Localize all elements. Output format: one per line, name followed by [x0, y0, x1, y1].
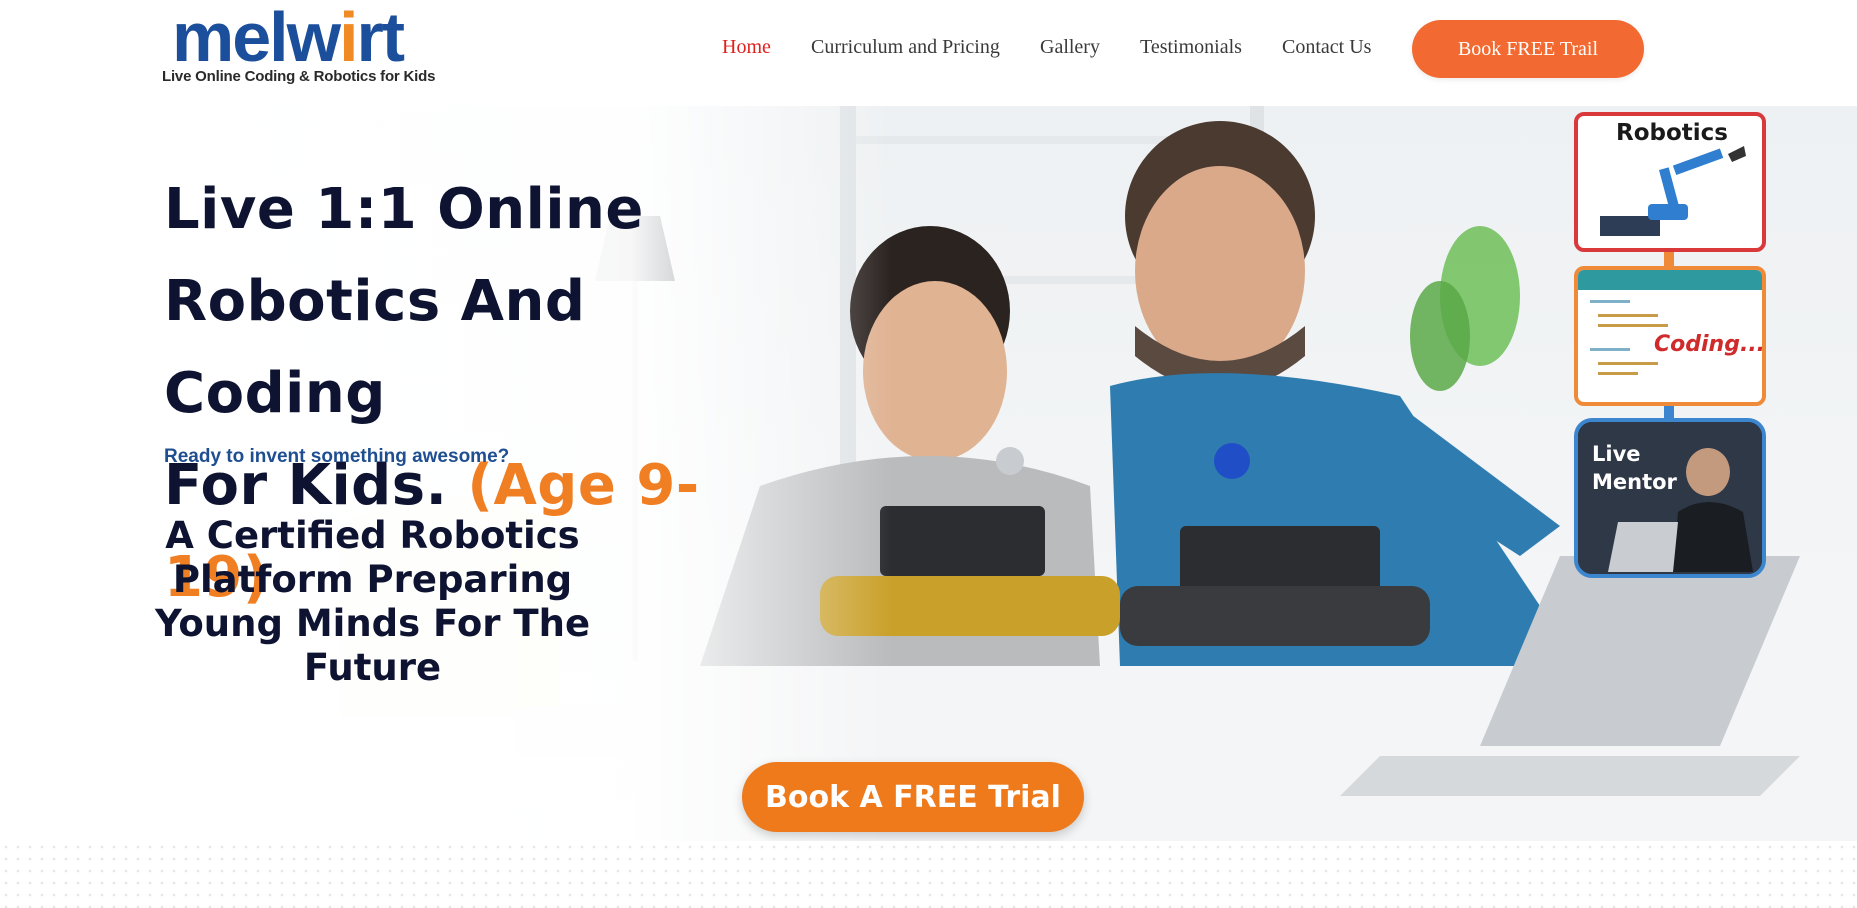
- brand-logo[interactable]: melwirt Live Online Coding & Robotics fo…: [162, 2, 448, 90]
- site-header: melwirt Live Online Coding & Robotics fo…: [0, 0, 1857, 106]
- hero-title-line1: Live 1:1 Online: [164, 177, 644, 242]
- nav-item-curriculum-and-pricing[interactable]: Curriculum and Pricing: [811, 36, 1000, 59]
- mentor-card-label: Live Mentor: [1592, 442, 1677, 494]
- nav-item-gallery[interactable]: Gallery: [1040, 36, 1100, 59]
- brand-tagline: Live Online Coding & Robotics for Kids: [162, 68, 436, 85]
- hero-title-line2: Robotics And Coding: [164, 269, 586, 426]
- robot-arm-icon: [1600, 146, 1746, 236]
- brand-wordmark-i: i: [339, 0, 359, 76]
- nav-item-testimonials[interactable]: Testimonials: [1140, 36, 1242, 59]
- hero-tagline: Ready to invent something awesome?: [164, 446, 510, 467]
- brand-wordmark: melwirt: [172, 2, 405, 72]
- coding-card: Coding...: [1574, 266, 1766, 406]
- book-free-trail-button[interactable]: Book FREE Trail: [1412, 20, 1644, 78]
- hero-section: Live 1:1 Online Robotics And Coding For …: [0, 106, 1857, 841]
- nav-item-home[interactable]: Home: [722, 36, 771, 59]
- dotted-pattern-strip: [0, 841, 1857, 908]
- mentor-card: Live Mentor: [1574, 418, 1766, 578]
- robotics-card: Robotics: [1574, 112, 1766, 252]
- nav-item-contact-us[interactable]: Contact Us: [1282, 36, 1371, 59]
- hero-subheading: A Certified Robotics Platform Preparing …: [154, 514, 591, 689]
- book-free-trial-button[interactable]: Book A FREE Trial: [742, 762, 1084, 832]
- coding-card-label: Coding...: [1654, 332, 1766, 357]
- brand-wordmark-post: rt: [356, 0, 406, 76]
- brand-wordmark-pre: melw: [172, 0, 341, 76]
